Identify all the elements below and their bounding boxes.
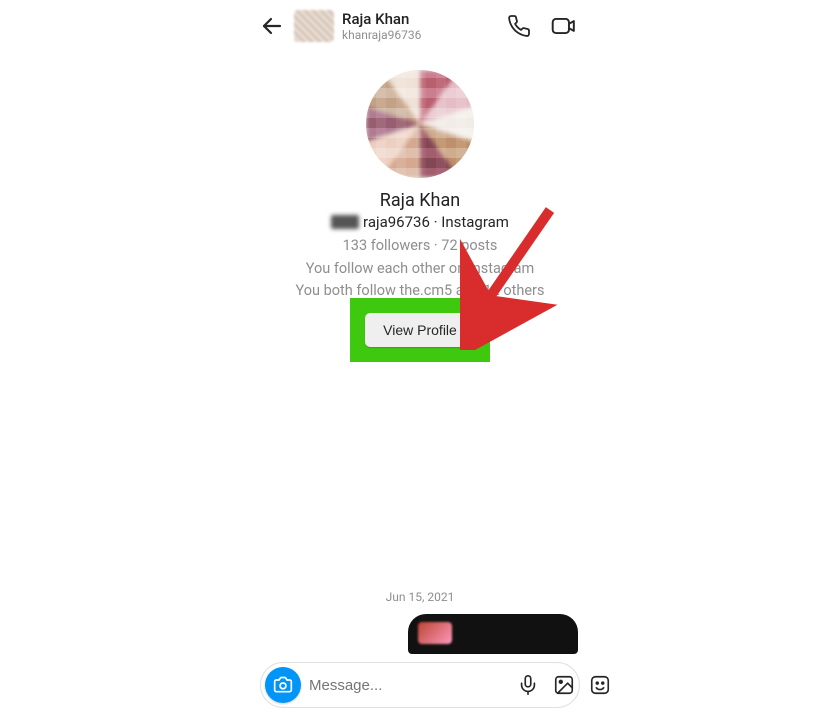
date-separator: Jun 15, 2021 (250, 370, 590, 614)
profile-summary: Raja Khan raja96736 · Instagram 133 foll… (250, 52, 590, 346)
header-username: khanraja96736 (342, 28, 498, 42)
profile-handle-text: raja96736 · Instagram (363, 213, 509, 231)
profile-name: Raja Khan (380, 190, 460, 211)
message-preview-card[interactable] (408, 614, 578, 654)
view-profile-highlight-wrap: View Profile (365, 313, 475, 347)
gallery-icon[interactable] (552, 673, 576, 697)
back-button[interactable] (258, 12, 286, 40)
header-display-name: Raja Khan (342, 10, 498, 28)
view-profile-button[interactable]: View Profile (365, 313, 475, 347)
camera-button[interactable] (265, 667, 301, 703)
video-call-button[interactable] (550, 13, 576, 39)
chat-header: Raja Khan khanraja96736 (250, 0, 590, 52)
message-composer (260, 662, 580, 708)
profile-handle: raja96736 · Instagram (331, 213, 509, 231)
message-input[interactable] (309, 677, 508, 694)
header-avatar[interactable] (294, 10, 334, 42)
composer-actions (516, 673, 612, 697)
sticker-icon[interactable] (588, 673, 612, 697)
profile-stats: 133 followers · 72 posts (343, 235, 498, 257)
voice-call-button[interactable] (506, 13, 532, 39)
profile-relation-1: You follow each other on Instagram (306, 258, 535, 280)
chat-screen: Raja Khan khanraja96736 Raja Khan (250, 0, 590, 720)
mic-icon[interactable] (516, 673, 540, 697)
header-actions (506, 13, 582, 39)
profile-avatar[interactable] (366, 70, 474, 178)
redacted-prefix (331, 215, 359, 229)
header-info[interactable]: Raja Khan khanraja96736 (342, 10, 498, 42)
